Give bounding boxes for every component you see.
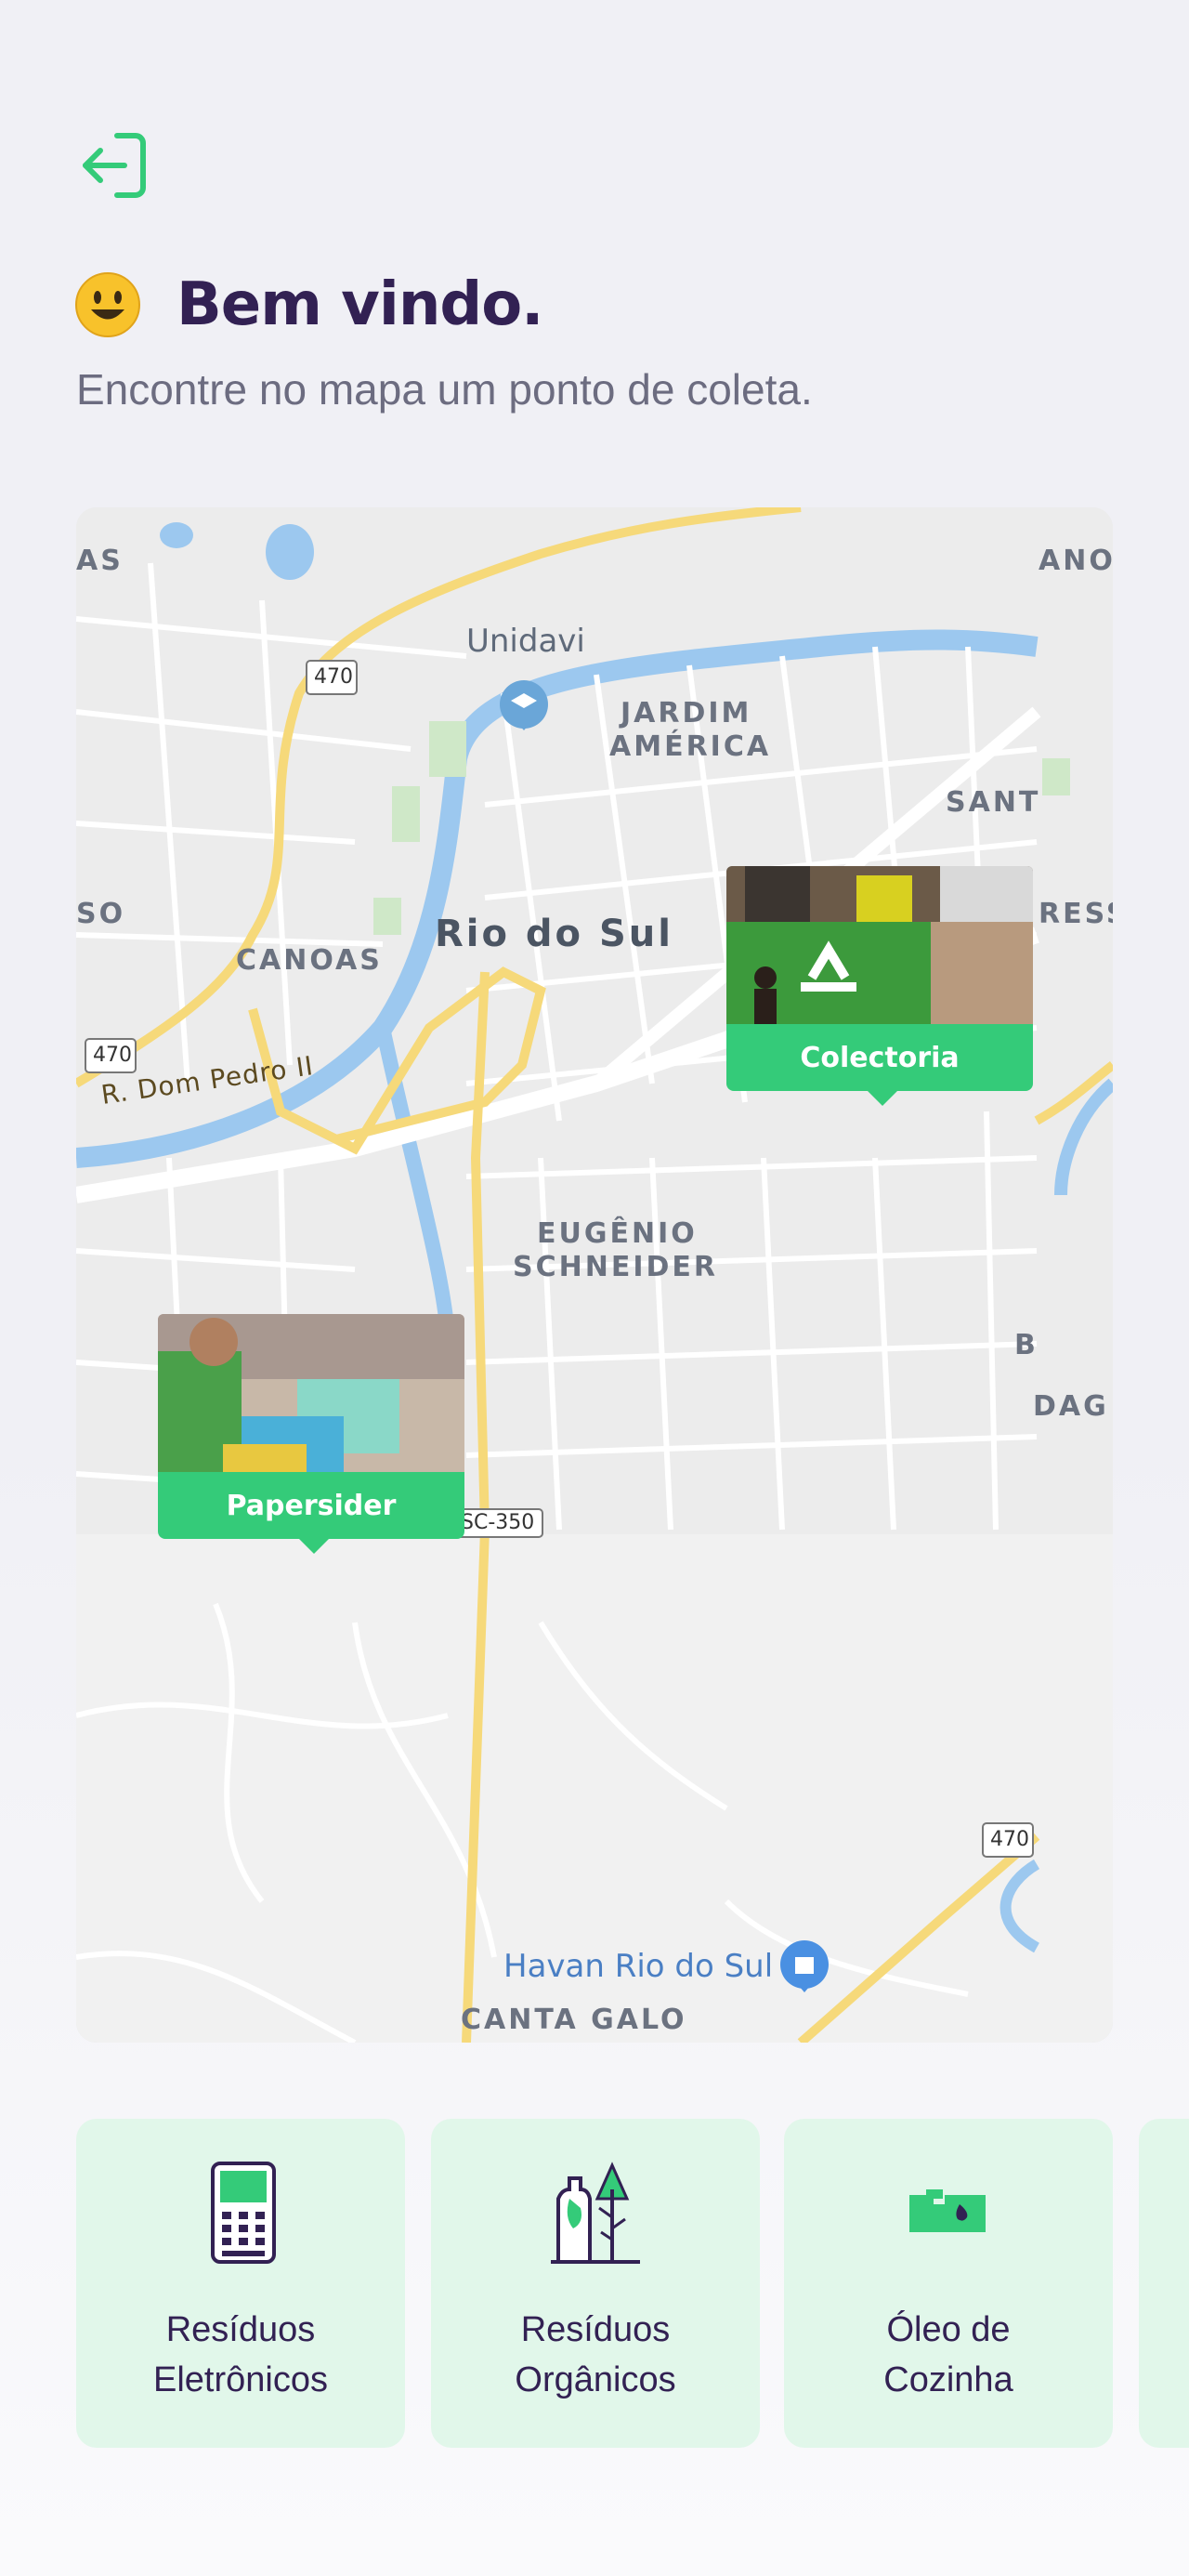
map-label-b: B xyxy=(1014,1329,1039,1361)
map-label-rio-do-sul: Rio do Sul xyxy=(435,913,673,955)
cooking-oil-icon xyxy=(909,2189,986,2232)
map-label-sc350: SC-350 xyxy=(461,1511,535,1534)
map-label-santa: SANT xyxy=(946,786,1041,819)
category-item-label: Óleo de Cozinha xyxy=(883,2310,1013,2399)
map-label-route-470: 470 xyxy=(314,665,353,689)
map-marker-papersider[interactable]: Papersider xyxy=(158,1314,464,1554)
collection-point-photo xyxy=(158,1314,464,1474)
map-label-canta-galo: CANTA GALO xyxy=(461,2004,687,2036)
map-label-canoas: CANOAS xyxy=(236,944,383,977)
map-marker-pointer xyxy=(297,1537,331,1554)
category-item-cooking-oil[interactable]: Óleo de Cozinha xyxy=(784,2119,1113,2448)
smiling-face-emoji-icon xyxy=(75,272,140,337)
map-label-havan: Havan Rio do Sul xyxy=(503,1948,774,1985)
map-label-unidavi: Unidavi xyxy=(466,623,585,660)
map-label-so: SO xyxy=(76,898,126,930)
category-item-partial[interactable] xyxy=(1139,2119,1189,2448)
map-marker-colectoria[interactable]: Colectoria xyxy=(726,866,1033,1106)
logout-icon[interactable] xyxy=(78,130,149,201)
map-label-dag: DAG xyxy=(1033,1390,1109,1423)
category-item-electronic-waste[interactable]: Resíduos Eletrônicos xyxy=(76,2119,405,2448)
map-marker-label: Papersider xyxy=(158,1472,464,1539)
map-label-route-470: 470 xyxy=(990,1828,1029,1851)
map-label-as: AS xyxy=(76,545,124,577)
organic-waste-icon xyxy=(551,2162,640,2264)
category-list: Resíduos Eletrônicos Resíduos Orgânicos … xyxy=(76,2119,1189,2453)
map-label-eugenio: EUGÊNIO xyxy=(537,1217,698,1250)
map-label-ress: RESS xyxy=(1039,898,1113,930)
battery-electronic-icon xyxy=(211,2162,276,2264)
category-item-label: Resíduos Orgânicos xyxy=(515,2310,676,2399)
page-title: Bem vindo. xyxy=(176,270,543,339)
map[interactable]: Unidavi JARDIM AMÉRICA Rio do Sul CANOAS… xyxy=(76,507,1113,2043)
welcome-header: Bem vindo. xyxy=(74,269,543,340)
map-marker-pointer xyxy=(866,1089,899,1106)
map-label-jardim: JARDIM xyxy=(621,697,752,729)
map-label-america: AMÉRICA xyxy=(609,730,772,763)
page-subtitle: Encontre no mapa um ponto de coleta. xyxy=(76,365,813,414)
map-marker-label: Colectoria xyxy=(726,1024,1033,1091)
map-label-route-470: 470 xyxy=(93,1044,132,1067)
collection-point-photo xyxy=(726,866,1033,1026)
category-item-label: Resíduos Eletrônicos xyxy=(153,2310,328,2399)
map-label-anoa: ANOA xyxy=(1039,545,1113,577)
map-label-schneider: SCHNEIDER xyxy=(513,1251,718,1283)
category-item-organic-waste[interactable]: Resíduos Orgânicos xyxy=(431,2119,760,2448)
